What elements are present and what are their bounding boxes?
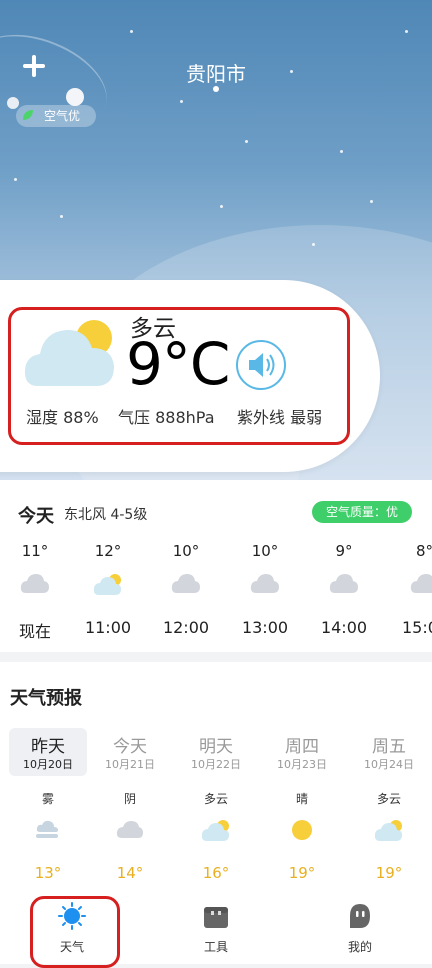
- uv-stat: 紫外线 最弱: [237, 404, 322, 428]
- hourly-time: 15:00: [402, 618, 432, 637]
- hourly-item: 12° 11:00: [68, 542, 148, 637]
- cloudy-icon: [329, 574, 358, 593]
- pressure-stat: 气压 888hPa: [118, 404, 215, 428]
- star: [245, 140, 248, 143]
- day-condition: 晴: [295, 792, 308, 806]
- cloudy-icon: [410, 574, 432, 593]
- humidity-value: 88%: [63, 408, 99, 427]
- nav-label: 我的: [347, 940, 372, 954]
- hourly-item: 9° 14:00: [304, 542, 384, 637]
- partly-cloudy-icon: [93, 574, 121, 595]
- cloudy-icon: [250, 574, 279, 593]
- day-temp: 14°: [116, 864, 144, 882]
- hourly-item: 10° 13:00: [225, 542, 305, 637]
- star: [220, 205, 223, 208]
- star: [180, 100, 183, 103]
- day-temp: 13°: [34, 864, 62, 882]
- hourly-temp: 9°: [335, 542, 353, 560]
- day-condition: 雾: [41, 792, 54, 806]
- day-date: 10月20日: [23, 758, 73, 771]
- forecast-title: 天气预报: [10, 688, 82, 709]
- hourly-time: 11:00: [84, 618, 132, 637]
- star: [130, 30, 133, 33]
- humidity-stat: 湿度 88%: [26, 404, 99, 428]
- day-date: 10月23日: [277, 758, 327, 771]
- hourly-temp: 10°: [172, 542, 200, 560]
- city-title[interactable]: 贵阳市: [0, 58, 432, 87]
- hourly-time: 12:00: [162, 618, 210, 637]
- profile-icon: [350, 904, 370, 928]
- sunny-icon: [292, 820, 312, 840]
- day-name: 周五: [372, 737, 406, 757]
- hourly-temp: 11°: [21, 542, 49, 560]
- fog-icon: [36, 820, 58, 838]
- day-condition: 阴: [123, 792, 136, 806]
- today-title: 今天: [18, 506, 54, 527]
- nav-profile[interactable]: 我的: [320, 902, 400, 955]
- day-temp: 16°: [202, 864, 230, 882]
- hourly-item: 11° 现在: [0, 542, 75, 642]
- leaf-icon: [23, 110, 33, 120]
- day-temp: 19°: [288, 864, 316, 882]
- forecast-day[interactable]: 周五 10月24日 多云 19°: [350, 728, 428, 882]
- decor-dot: [7, 97, 19, 109]
- partly-cloudy-icon: [374, 820, 402, 841]
- star: [60, 215, 63, 218]
- air-quality-pill[interactable]: 空气质量：优: [312, 501, 412, 523]
- star: [370, 200, 373, 203]
- highlight-box-nav: [30, 896, 120, 968]
- speaker-icon[interactable]: [235, 339, 287, 391]
- uv-label: 紫外线: [237, 408, 286, 427]
- forecast-day[interactable]: 今天 10月21日 阴 14°: [91, 728, 169, 882]
- page-indicator-dot: [213, 86, 219, 92]
- wind-info: 东北风 4-5级: [64, 507, 148, 523]
- star: [340, 150, 343, 153]
- day-name: 今天: [113, 737, 147, 757]
- hourly-item: 10° 12:00: [146, 542, 226, 637]
- forecast-day[interactable]: 明天 10月22日 多云 16°: [177, 728, 255, 882]
- day-date: 10月24日: [364, 758, 414, 771]
- cloudy-icon: [20, 574, 49, 593]
- cloud-sun-icon: [24, 320, 114, 386]
- day-date: 10月22日: [191, 758, 241, 771]
- hourly-time: 13:00: [241, 618, 289, 637]
- hourly-temp: 10°: [251, 542, 279, 560]
- pressure-label: 气压: [118, 408, 151, 427]
- day-temp: 19°: [375, 864, 403, 882]
- star: [14, 178, 17, 181]
- uv-value: 最弱: [290, 408, 323, 427]
- forecast-day[interactable]: 周四 10月23日 晴 19°: [263, 728, 341, 882]
- day-condition: 多云: [376, 792, 401, 806]
- humidity-label: 湿度: [26, 408, 59, 427]
- hourly-temp: 8°: [416, 542, 432, 560]
- forecast-day[interactable]: 昨天 10月20日 雾 13°: [9, 728, 87, 882]
- hourly-item: 8° 15:00: [384, 542, 432, 637]
- partly-cloudy-icon: [201, 820, 229, 841]
- current-temperature: 9°C: [126, 330, 230, 398]
- star: [405, 30, 408, 33]
- decor-dot: [66, 88, 84, 106]
- air-badge-label: 空气优: [44, 109, 81, 123]
- hourly-time: 现在: [18, 622, 51, 641]
- day-name: 周四: [285, 737, 319, 757]
- nav-label: 工具: [203, 940, 228, 954]
- day-name: 明天: [199, 737, 233, 757]
- hourly-temp: 12°: [94, 542, 122, 560]
- overcast-icon: [116, 821, 143, 838]
- air-quality-badge[interactable]: 空气优: [16, 105, 97, 127]
- cloudy-icon: [171, 574, 200, 593]
- pressure-value: 888hPa: [155, 408, 215, 427]
- day-name: 昨天: [31, 737, 65, 757]
- day-condition: 多云: [203, 792, 228, 806]
- day-date: 10月21日: [105, 758, 155, 771]
- toolbox-icon: [204, 907, 228, 928]
- hourly-time: 14:00: [320, 618, 368, 637]
- star: [312, 243, 315, 246]
- nav-tools[interactable]: 工具: [176, 902, 256, 955]
